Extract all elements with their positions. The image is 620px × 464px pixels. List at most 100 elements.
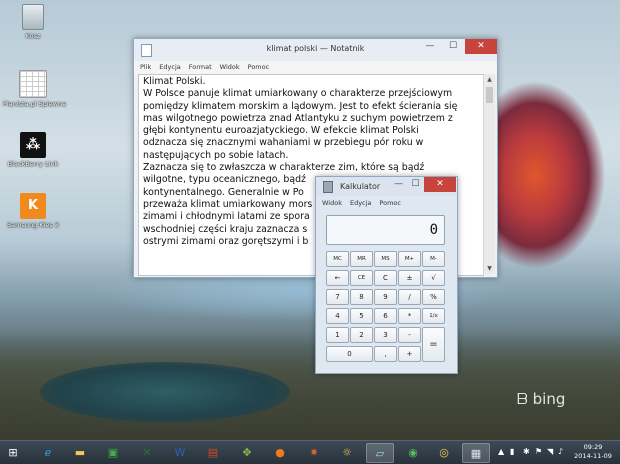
key-9[interactable]: 9 [374, 289, 397, 305]
key-8[interactable]: 8 [350, 289, 373, 305]
taskbar-firefox[interactable]: ● [267, 443, 293, 463]
tray-network-icon[interactable]: ▮ [510, 447, 514, 456]
key-divide[interactable]: / [398, 289, 421, 305]
text-line: W Polsce panuje klimat umiarkowany o cha… [143, 88, 453, 100]
desktop-icon-label: Samsung Kies 3 [7, 221, 59, 229]
taskbar-excel[interactable]: ✕ [134, 443, 160, 463]
menu-widok[interactable]: Widok [220, 63, 240, 71]
menu-pomoc[interactable]: Pomoc [248, 63, 270, 71]
desktop-icon-label: Kosz [25, 32, 41, 40]
taskbar-app-map[interactable]: ✥ [234, 443, 260, 463]
bing-watermark: ᗷ bing [517, 390, 565, 408]
tray-wifi-icon[interactable]: ◥ [547, 447, 553, 456]
taskbar-clock[interactable]: 09:29 2014-11-09 [568, 443, 618, 461]
key-multiply[interactable]: * [398, 308, 421, 324]
tray-volume-icon[interactable]: ♪ [558, 447, 563, 456]
clock-date: 2014-11-09 [574, 452, 612, 460]
kies-icon: K [20, 193, 46, 219]
key-backspace[interactable]: ← [326, 270, 349, 286]
text-line: pomiędzy klimatem morskim a lądowym. Jes… [143, 100, 458, 112]
notepad-maximize-button[interactable]: ☐ [442, 39, 464, 54]
desktop-icon-recycle-bin[interactable]: Kosz [3, 4, 63, 40]
tray-bluetooth-icon[interactable]: ✱ [523, 447, 530, 456]
scroll-thumb[interactable] [486, 87, 493, 103]
taskbar-powerpoint[interactable]: ▤ [200, 443, 226, 463]
key-5[interactable]: 5 [350, 308, 373, 324]
calc-menu-widok[interactable]: Widok [322, 199, 342, 207]
recycle-bin-icon [22, 4, 44, 30]
key-m-plus[interactable]: M+ [398, 251, 421, 267]
key-decimal[interactable]: , [374, 346, 397, 362]
taskbar-chrome[interactable]: ◎ [431, 443, 457, 463]
desktop-icon-blackberry-link[interactable]: ⁂ BlackBerry Link [3, 132, 63, 168]
key-mr[interactable]: MR [350, 251, 373, 267]
key-c[interactable]: C [374, 270, 397, 286]
key-mc[interactable]: MC [326, 251, 349, 267]
key-4[interactable]: 4 [326, 308, 349, 324]
bing-logo-icon: ᗷ [517, 390, 528, 408]
desktop-icon-planista[interactable]: Planista.pl Spiewne [3, 70, 67, 108]
scroll-up-arrow-icon[interactable]: ▲ [484, 74, 495, 85]
tray-flag-icon[interactable]: ⚑ [535, 447, 542, 456]
store-icon: ▣ [107, 446, 119, 459]
taskbar: ⊞ ℯ ▬ ▣ ✕ W ▤ ✥ ● ✷ ☼ ▱ ◉ ◎ ▦ ▲ ▮ ✱ ⚑ ◥ … [0, 440, 620, 464]
taskbar-app-star[interactable]: ✷ [301, 443, 327, 463]
taskbar-word[interactable]: W [167, 443, 193, 463]
scroll-down-arrow-icon[interactable]: ▼ [484, 263, 495, 274]
text-line: Zaznacza się to zwłaszcza w charakterze … [143, 162, 425, 174]
folder-icon: ▬ [74, 446, 86, 459]
taskbar-app-sun[interactable]: ☼ [334, 443, 360, 463]
calculator-minimize-button[interactable]: — [390, 177, 407, 192]
tray-show-hidden-icon[interactable]: ▲ [498, 447, 504, 456]
star-icon: ✷ [309, 446, 319, 459]
key-sqrt[interactable]: √ [422, 270, 445, 286]
key-m-minus[interactable]: M- [422, 251, 445, 267]
taskbar-calculator[interactable]: ▦ [462, 443, 490, 463]
key-ms[interactable]: MS [374, 251, 397, 267]
taskbar-store[interactable]: ▣ [100, 443, 126, 463]
calculator-close-button[interactable]: ✕ [424, 177, 456, 192]
calculator-app-icon[interactable] [323, 181, 333, 193]
key-3[interactable]: 3 [374, 327, 397, 343]
notepad-close-button[interactable]: ✕ [465, 39, 497, 54]
key-6[interactable]: 6 [374, 308, 397, 324]
sun-icon: ☼ [342, 446, 352, 459]
key-2[interactable]: 2 [350, 327, 373, 343]
bing-text: bing [532, 390, 566, 408]
calculator-display-value: 0 [429, 222, 438, 238]
start-button[interactable]: ⊞ [2, 443, 24, 463]
key-0[interactable]: 0 [326, 346, 373, 362]
key-subtract[interactable]: - [398, 327, 421, 343]
key-plus-minus[interactable]: ± [398, 270, 421, 286]
notepad-minimize-button[interactable]: — [419, 39, 441, 54]
taskbar-notepad[interactable]: ▱ [366, 443, 394, 463]
key-reciprocal[interactable]: 1/x [422, 308, 445, 324]
key-add[interactable]: + [398, 346, 421, 362]
calc-menu-pomoc[interactable]: Pomoc [379, 199, 401, 207]
taskbar-file-explorer[interactable]: ▬ [67, 443, 93, 463]
key-ce[interactable]: CE [350, 270, 373, 286]
calc-menu-edycja[interactable]: Edycja [350, 199, 371, 207]
key-7[interactable]: 7 [326, 289, 349, 305]
menu-plik[interactable]: Plik [140, 63, 151, 71]
taskbar-app-green[interactable]: ◉ [400, 443, 426, 463]
menu-edycja[interactable]: Edycja [159, 63, 180, 71]
menu-format[interactable]: Format [189, 63, 212, 71]
powerpoint-icon: ▤ [207, 446, 219, 459]
key-equals[interactable]: = [422, 327, 445, 362]
notepad-titlebar[interactable]: klimat polski — Notatnik — ☐ ✕ [134, 39, 497, 61]
calculator-titlebar[interactable]: Kalkulator — ☐ ✕ [316, 177, 457, 196]
key-percent[interactable]: % [422, 289, 445, 305]
taskbar-internet-explorer[interactable]: ℯ [35, 443, 61, 463]
calculator-maximize-button[interactable]: ☐ [407, 177, 424, 192]
text-line: głębi kontynentu euroazjatyckiego. W efe… [143, 125, 419, 137]
desktop-icon-label: Planista.pl Spiewne [3, 100, 67, 108]
wallpaper-pool [40, 362, 290, 422]
notepad-icon: ▱ [375, 447, 385, 460]
key-1[interactable]: 1 [326, 327, 349, 343]
desktop-icon-samsung-kies[interactable]: K Samsung Kies 3 [3, 193, 63, 229]
calculator-window[interactable]: Kalkulator — ☐ ✕ Widok Edycja Pomoc 0 MC M… [315, 176, 458, 374]
excel-icon: ✕ [142, 446, 152, 459]
notepad-vertical-scrollbar[interactable]: ▲ ▼ [483, 74, 495, 274]
map-icon: ✥ [242, 446, 252, 459]
